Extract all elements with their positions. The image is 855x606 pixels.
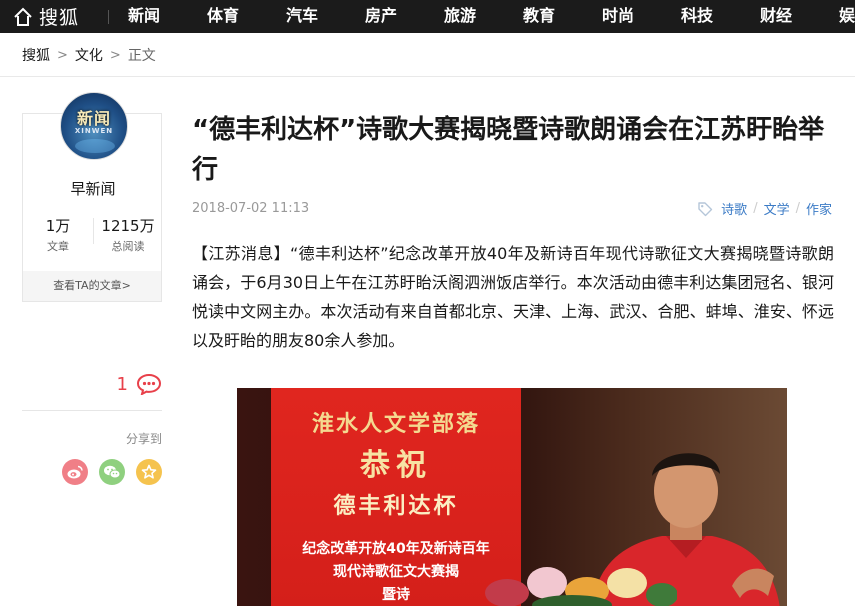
nav-item-news[interactable]: 新闻 <box>128 0 160 33</box>
avatar-glow <box>75 139 115 153</box>
share-label: 分享到 <box>125 432 162 446</box>
breadcrumb-culture[interactable]: 文化 <box>75 45 103 65</box>
nav-item-travel[interactable]: 旅游 <box>444 0 476 33</box>
nav-item-finance[interactable]: 财经 <box>760 0 792 33</box>
share-weibo-button[interactable] <box>62 459 88 485</box>
nav-item-property[interactable]: 房产 <box>365 0 397 33</box>
author-name[interactable]: 早新闻 <box>23 178 163 199</box>
star-icon <box>141 464 157 479</box>
breadcrumb: 搜狐 > 文化 > 正文 <box>22 45 156 65</box>
wechat-icon <box>104 465 121 479</box>
view-author-articles-link[interactable]: 查看TA的文章> <box>23 271 161 301</box>
nav-item-tech[interactable]: 科技 <box>681 0 713 33</box>
avatar-text: 新闻 <box>76 109 111 128</box>
comment-count: 1 <box>116 373 128 395</box>
avatar-subtext: XINWEN <box>74 127 114 135</box>
sidebar-divider <box>22 410 162 411</box>
nav-item-entertainment[interactable]: 娱 <box>839 0 855 33</box>
stat-reads-count: 1215万 <box>101 217 155 235</box>
tag-icon <box>698 201 713 216</box>
tag-poetry[interactable]: 诗歌 <box>721 199 747 218</box>
nav-item-sports[interactable]: 体育 <box>207 0 239 33</box>
stat-reads: 1215万 总阅读 <box>93 215 163 254</box>
share-favorite-button[interactable] <box>136 459 162 485</box>
weibo-icon <box>67 465 83 479</box>
home-icon <box>14 7 32 26</box>
tag-separator: / <box>753 201 758 216</box>
breadcrumb-separator: > <box>109 47 121 63</box>
banner-line: 德丰利达杯 <box>333 493 459 519</box>
article-date: 2018-07-02 11:13 <box>192 201 310 216</box>
stat-articles: 1万 文章 <box>23 215 93 254</box>
breadcrumb-home[interactable]: 搜狐 <box>22 45 50 65</box>
banner-line: 恭祝 <box>360 448 432 483</box>
breadcrumb-current: 正文 <box>127 48 156 64</box>
article-body: 【江苏消息】“德丰利达杯”纪念改革开放40年及新诗百年现代诗歌征文大赛揭晓暨诗歌… <box>192 244 834 350</box>
stat-articles-count: 1万 <box>45 217 71 235</box>
stat-articles-label: 文章 <box>47 240 69 253</box>
author-card: 新闻 XINWEN 早新闻 1万 文章 1215万 总阅读 查看TA的文章> <box>22 92 163 302</box>
breadcrumb-separator: > <box>57 47 68 63</box>
sohu-logo[interactable]: 搜狐 <box>12 0 79 33</box>
share-wechat-button[interactable] <box>99 459 125 485</box>
nav-item-fashion[interactable]: 时尚 <box>602 0 634 33</box>
article-tags: 诗歌 / 文学 / 作家 <box>697 199 832 218</box>
comment-button[interactable]: 1 <box>22 370 162 398</box>
comment-icon <box>136 373 162 395</box>
stat-reads-label: 总阅读 <box>111 240 145 253</box>
flower-arrangement <box>485 567 677 606</box>
article-title: “德丰利达杯”诗歌大赛揭晓暨诗歌朗诵会在江苏盱眙举行 <box>192 115 825 185</box>
nav-divider <box>108 10 109 24</box>
top-nav-bar: 搜狐 新闻 体育 汽车 房产 旅游 教育 时尚 科技 财经 娱 <box>0 0 855 33</box>
nav-item-education[interactable]: 教育 <box>523 0 555 33</box>
tag-literature[interactable]: 文学 <box>764 199 790 218</box>
article-photo: 淮水人文学部落 恭祝 德丰利达杯 纪念改革开放40年及新诗百年 现代诗歌征文大赛… <box>237 388 787 606</box>
tag-separator: / <box>795 201 800 216</box>
banner-line: 淮水人文学部落 <box>311 411 480 437</box>
tag-writer[interactable]: 作家 <box>806 199 832 218</box>
header-divider <box>0 76 855 77</box>
nav-item-auto[interactable]: 汽车 <box>286 0 318 33</box>
logo-text: 搜狐 <box>39 7 80 29</box>
avatar[interactable]: 新闻 XINWEN <box>60 92 128 160</box>
